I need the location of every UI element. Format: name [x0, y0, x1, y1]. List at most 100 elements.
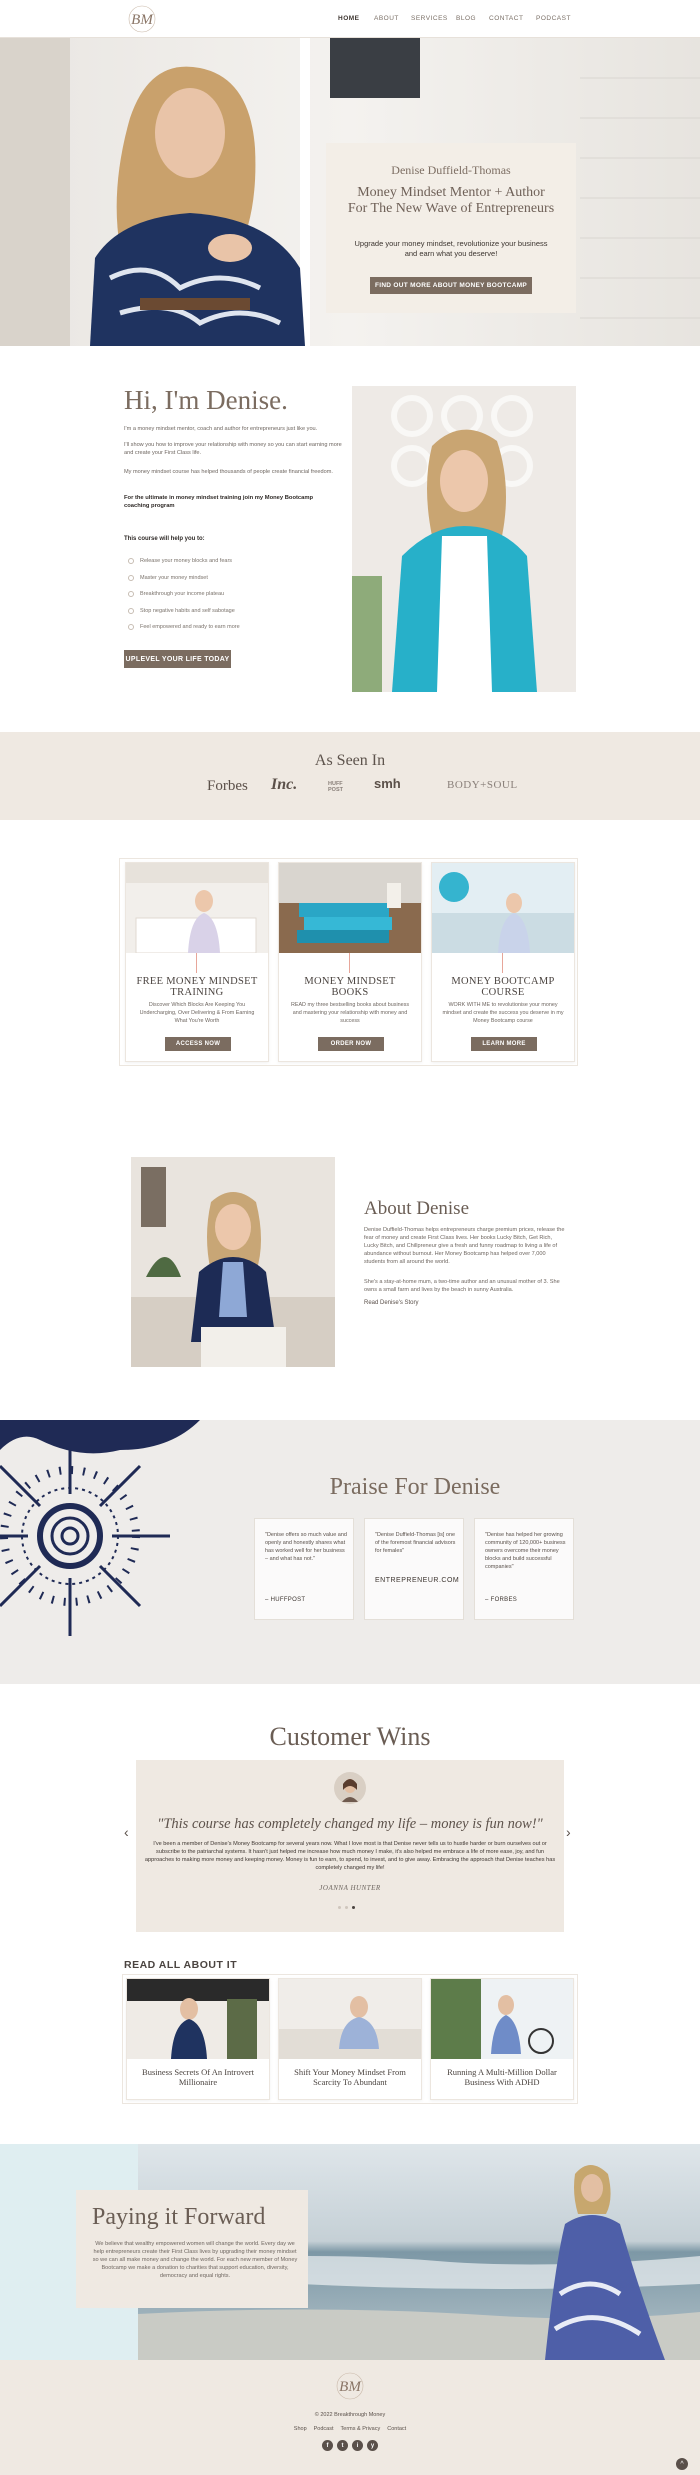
- praise-source: – FORBES: [485, 1597, 518, 1603]
- hero-title: Money Mindset Mentor + Author For The Ne…: [347, 185, 555, 216]
- blog-title[interactable]: Shift Your Money Mindset From Scarcity T…: [287, 2067, 413, 2087]
- checklist-item: Feel empowered and ready to earn more: [128, 619, 240, 636]
- carousel-dots: [338, 1906, 355, 1909]
- nav-about[interactable]: ABOUT: [374, 15, 399, 22]
- blog-card[interactable]: Business Secrets Of An Introvert Million…: [126, 1978, 270, 2100]
- blog-title[interactable]: Business Secrets Of An Introvert Million…: [135, 2067, 261, 2087]
- offer-title: MONEY BOOTCAMP COURSE: [451, 976, 555, 998]
- press-logo-smh: smh: [374, 776, 401, 791]
- footer-link-terms[interactable]: Terms & Privacy: [341, 2426, 381, 2432]
- check-circle-icon: [128, 574, 134, 581]
- carousel-dot[interactable]: [345, 1906, 348, 1909]
- hero-section: Denise Duffield-Thomas Money Mindset Men…: [0, 38, 700, 346]
- footer-link-shop[interactable]: Shop: [294, 2426, 307, 2432]
- site-header: BM HOME ABOUT SERVICES BLOG CONTACT PODC…: [0, 0, 700, 38]
- footer-links: Shop Podcast Terms & Privacy Contact: [0, 2426, 700, 2432]
- logo-monogram: BM: [131, 12, 154, 28]
- checklist-text: Master your money mindset: [140, 574, 208, 581]
- nav-blog[interactable]: BLOG: [456, 15, 476, 22]
- check-circle-icon: [128, 607, 134, 614]
- intro-p2: I'll show you how to improve your relati…: [124, 442, 342, 456]
- carousel-prev-icon[interactable]: ‹: [124, 1824, 129, 1840]
- site-logo[interactable]: BM: [122, 3, 162, 35]
- footer-logo-monogram: BM: [339, 2379, 362, 2395]
- press-logo-bodysoul: BODY+SOUL: [447, 779, 518, 791]
- intro-p1: I'm a money mindset mentor, coach and au…: [124, 426, 318, 432]
- blog-photo: [279, 1979, 421, 2059]
- twitter-icon[interactable]: t: [337, 2440, 348, 2451]
- press-logo-forbes: Forbes: [207, 778, 248, 794]
- praise-quote: "Denise offers so much value and openly …: [265, 1532, 347, 1562]
- access-now-button[interactable]: ACCESS NOW: [165, 1037, 231, 1051]
- testimonial-quote: "This course has completely changed my l…: [157, 1816, 543, 1832]
- checklist-text: Release your money blocks and fears: [140, 558, 233, 565]
- nav-services[interactable]: SERVICES: [411, 15, 448, 22]
- footer-link-contact[interactable]: Contact: [387, 2426, 406, 2432]
- intro-p4: For the ultimate in money mindset traini…: [124, 495, 314, 509]
- about-p1: Denise Duffield-Thomas helps entrepreneu…: [364, 1227, 565, 1265]
- blog-card[interactable]: Shift Your Money Mindset From Scarcity T…: [278, 1978, 422, 2100]
- offer-title: FREE MONEY MINDSET TRAINING: [136, 976, 258, 998]
- intro-checklist: Release your money blocks and fears Mast…: [128, 553, 240, 636]
- press-logo-huffpost: HUFF POST: [328, 781, 343, 793]
- praise-source: – HUFFPOST: [265, 1597, 306, 1603]
- blog-heading: READ ALL ABOUT IT: [124, 1959, 238, 1971]
- check-circle-icon: [128, 591, 134, 598]
- wins-heading: Customer Wins: [269, 1722, 431, 1751]
- press-title: As Seen In: [314, 752, 386, 769]
- forward-card: Paying it Forward We believe that wealth…: [76, 2190, 308, 2308]
- divider: [196, 953, 197, 973]
- social-links: f t i y: [0, 2440, 700, 2451]
- praise-section: Praise For Denise "Denise offers so much…: [0, 1420, 700, 1684]
- intro-section: [0, 346, 700, 732]
- nav-home[interactable]: HOME: [338, 15, 360, 22]
- scroll-to-top-icon[interactable]: ^: [676, 2458, 688, 2470]
- nav-contact[interactable]: CONTACT: [489, 15, 523, 22]
- offer-card-books: MONEY MINDSET BOOKS READ my three bestse…: [278, 862, 422, 1062]
- check-circle-icon: [128, 558, 134, 565]
- offer-photo: [432, 863, 574, 953]
- about-heading: About Denise: [364, 1198, 470, 1219]
- checklist-item: Stop negative habits and self sabotage: [128, 603, 240, 620]
- read-story-link[interactable]: Read Denise's Story: [364, 1300, 419, 1306]
- hero-subtitle: Upgrade your money mindset, revolutioniz…: [354, 239, 548, 258]
- offer-text: READ my three bestselling books about bu…: [290, 1002, 410, 1024]
- praise-card: "Denise offers so much value and openly …: [254, 1518, 354, 1620]
- nav-podcast[interactable]: PODCAST: [536, 15, 571, 22]
- check-circle-icon: [128, 624, 134, 631]
- learn-more-button[interactable]: LEARN MORE: [471, 1037, 537, 1051]
- testimonial-author: JOANNA HUNTER: [319, 1884, 381, 1892]
- checklist-text: Breakthrough your income plateau: [140, 591, 225, 598]
- carousel-dot[interactable]: [338, 1906, 341, 1909]
- facebook-icon[interactable]: f: [322, 2440, 333, 2451]
- order-now-button[interactable]: ORDER NOW: [318, 1037, 384, 1051]
- checklist-item: Breakthrough your income plateau: [128, 586, 240, 603]
- avatar: [334, 1772, 366, 1804]
- praise-card: "Denise has helped her growing community…: [474, 1518, 574, 1620]
- site-footer: BM © 2022 Breakthrough Money Shop Podcas…: [0, 2360, 700, 2475]
- testimonial-card: "This course has completely changed my l…: [136, 1760, 564, 1932]
- hero-cta-button[interactable]: FIND OUT MORE ABOUT MONEY BOOTCAMP: [370, 277, 532, 294]
- praise-heading: Praise For Denise: [329, 1474, 501, 1500]
- forward-heading: Paying it Forward: [92, 2204, 266, 2230]
- checklist-item: Master your money mindset: [128, 570, 240, 587]
- offer-text: WORK WITH ME to revolutionise your money…: [442, 1002, 564, 1024]
- testimonial-text: I've been a member of Denise's Money Boo…: [144, 1841, 556, 1871]
- carousel-dot-active[interactable]: [352, 1906, 355, 1909]
- intro-p3: My money mindset course has helped thous…: [124, 469, 333, 475]
- intro-heading: Hi, I'm Denise.: [124, 385, 288, 415]
- carousel-next-icon[interactable]: ›: [566, 1824, 571, 1840]
- divider: [502, 953, 503, 973]
- offer-title: MONEY MINDSET BOOKS: [304, 976, 396, 998]
- youtube-icon[interactable]: y: [367, 2440, 378, 2451]
- about-p2: She's a stay-at-home mum, a two-time aut…: [364, 1279, 560, 1293]
- footer-link-podcast[interactable]: Podcast: [314, 2426, 334, 2432]
- uplevel-button[interactable]: UPLEVEL YOUR LIFE TODAY: [124, 650, 231, 668]
- blog-card[interactable]: Running A Multi-Million Dollar Business …: [430, 1978, 574, 2100]
- blog-title[interactable]: Running A Multi-Million Dollar Business …: [439, 2067, 565, 2087]
- blog-photo: [431, 1979, 573, 2059]
- intro-list-title: This course will help you to:: [124, 536, 205, 542]
- instagram-icon[interactable]: i: [352, 2440, 363, 2451]
- footer-logo[interactable]: BM: [330, 2370, 370, 2402]
- checklist-text: Stop negative habits and self sabotage: [140, 607, 235, 614]
